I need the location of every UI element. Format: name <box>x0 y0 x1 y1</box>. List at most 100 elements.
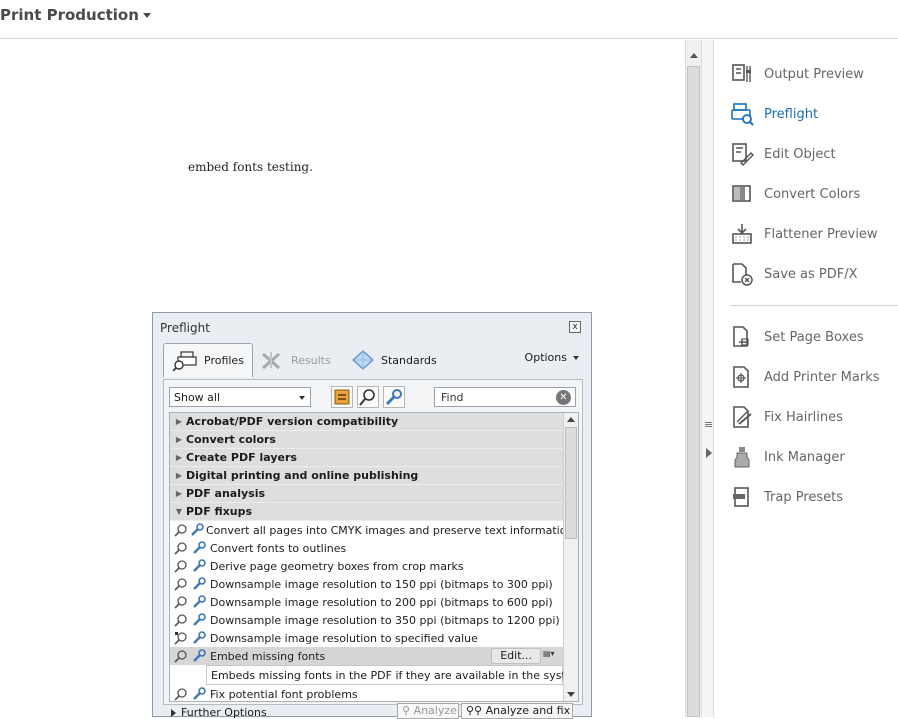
item-label: Fix potential font problems <box>210 687 358 701</box>
list-scrollbar[interactable] <box>563 413 578 701</box>
wrench-icon <box>192 613 208 627</box>
tab-results[interactable]: Results <box>259 343 331 377</box>
expand-arrow-icon[interactable]: ▶ <box>172 417 186 426</box>
item-label: Derive page geometry boxes from crop mar… <box>210 559 464 573</box>
profiles-rows: ▶ Acrobat/PDF version compatibility ▶ Conv… <box>170 413 578 701</box>
preflight-dialog: Preflight x Profiles Results Standards O… <box>152 312 592 719</box>
tool-trap-presets[interactable]: Trap Presets <box>730 484 843 510</box>
list-group[interactable]: ▶ Acrobat/PDF version compatibility <box>170 413 563 431</box>
tool-convert-colors[interactable]: Convert Colors <box>730 181 860 207</box>
tool-flattener-preview[interactable]: Flattener Preview <box>730 221 878 247</box>
tool-set-page-boxes[interactable]: Set Page Boxes <box>730 324 864 350</box>
list-item-selected[interactable]: Embed missing fonts Edit... ▤▾ <box>170 647 563 665</box>
search-icon <box>174 595 190 609</box>
item-label: Downsample image resolution to 200 ppi (… <box>210 595 553 609</box>
tab-standards[interactable]: Standards <box>349 343 437 377</box>
show-all-select[interactable]: Show all <box>169 387 311 407</box>
tool-ink-manager[interactable]: Ink Manager <box>730 444 845 470</box>
list-item[interactable]: Convert fonts to outlines <box>170 539 563 557</box>
list-group-expanded[interactable]: ▼ PDF fixups <box>170 503 563 521</box>
edit-button[interactable]: Edit... <box>491 648 541 664</box>
item-options-dropdown-icon[interactable]: ▤▾ <box>543 649 559 663</box>
tool-edit-object[interactable]: Edit Object <box>730 141 836 167</box>
search-icon <box>174 523 188 537</box>
expand-arrow-icon[interactable]: ▶ <box>172 453 186 462</box>
tool-save-pdfx[interactable]: Save as PDF/X <box>730 261 858 287</box>
scroll-up-arrow-icon[interactable] <box>686 48 701 64</box>
profiles-list: ▶ Acrobat/PDF version compatibility ▶ Conv… <box>169 412 579 702</box>
select-checks-search-icon[interactable] <box>357 386 379 408</box>
list-item[interactable]: Derive page geometry boxes from crop mar… <box>170 557 563 575</box>
tool-label: Fix Hairlines <box>764 409 843 425</box>
item-label: Downsample image resolution to 150 ppi (… <box>210 577 553 591</box>
tool-label: Save as PDF/X <box>764 266 858 282</box>
list-item[interactable]: Downsample image resolution to 200 ppi (… <box>170 593 563 611</box>
further-options-toggle[interactable]: Further Options <box>171 706 267 719</box>
flattener-preview-icon <box>730 222 754 246</box>
collapse-panel-icon[interactable] <box>706 448 712 458</box>
set-page-boxes-icon <box>730 325 754 349</box>
search-icon <box>174 577 190 591</box>
list-group[interactable]: ▶ PDF analysis <box>170 485 563 503</box>
tab-label: Results <box>291 353 331 367</box>
tab-label: Profiles <box>204 354 244 367</box>
document-scrollbar[interactable] <box>685 40 702 717</box>
fix-hairlines-icon <box>730 405 754 429</box>
profiles-pane: Show all Find ✕ ▶ Acrobat/PDF version com… <box>163 379 583 705</box>
tool-preflight[interactable]: Preflight <box>730 101 818 127</box>
tool-label: Set Page Boxes <box>764 329 864 345</box>
wrench-icon <box>192 649 208 663</box>
clear-search-icon[interactable]: ✕ <box>556 390 571 405</box>
tool-label: Ink Manager <box>764 449 845 465</box>
scrollbar-thumb[interactable] <box>687 66 700 717</box>
wrench-icon <box>192 577 208 591</box>
standards-icon <box>349 350 377 370</box>
search-icon <box>174 559 190 573</box>
list-group[interactable]: ▶ Digital printing and online publishing <box>170 467 563 485</box>
options-menu[interactable]: Options <box>525 351 579 364</box>
scroll-up-arrow-icon[interactable] <box>567 417 575 422</box>
list-group[interactable]: ▶ Convert colors <box>170 431 563 449</box>
tool-label: Preflight <box>764 106 819 122</box>
item-description: Embeds missing fonts in the PDF if they … <box>206 665 578 685</box>
list-item[interactable]: Convert all pages into CMYK images and p… <box>170 521 573 539</box>
profile-library-button[interactable] <box>331 386 353 408</box>
list-item[interactable]: Downsample image resolution to 350 ppi (… <box>170 611 563 629</box>
tools-panel: Output Preview Preflight Edit Object Con… <box>715 40 898 717</box>
select-fixups-wrench-icon[interactable] <box>383 386 405 408</box>
expand-arrow-icon[interactable]: ▶ <box>172 435 186 444</box>
list-item[interactable]: Downsample image resolution to specified… <box>170 629 563 647</box>
ink-manager-icon <box>730 445 754 469</box>
search-icon <box>174 687 190 701</box>
tool-fix-hairlines[interactable]: Fix Hairlines <box>730 404 843 430</box>
expand-arrow-icon[interactable]: ▶ <box>172 489 186 498</box>
wrench-icon <box>190 523 204 537</box>
group-label: Create PDF layers <box>186 451 297 464</box>
document-text: embed fonts testing. <box>188 160 313 174</box>
tab-profiles[interactable]: Profiles <box>163 343 253 377</box>
wrench-icon <box>192 595 208 609</box>
search-icon <box>174 649 190 663</box>
tool-label: Edit Object <box>764 146 836 162</box>
list-item[interactable]: Downsample image resolution to 150 ppi (… <box>170 575 563 593</box>
list-group[interactable]: ▶ Create PDF layers <box>170 449 563 467</box>
list-scrollbar-thumb[interactable] <box>565 427 577 539</box>
search-icon <box>174 541 190 555</box>
close-icon[interactable]: x <box>569 321 581 333</box>
list-item[interactable]: Fix potential font problems <box>170 685 563 701</box>
panel-splitter[interactable]: ≡ <box>702 40 714 717</box>
tool-output-preview[interactable]: Output Preview <box>730 61 864 87</box>
print-production-menu[interactable]: Print Production <box>0 6 151 24</box>
collapse-arrow-icon[interactable]: ▼ <box>172 507 186 516</box>
tool-add-printer-marks[interactable]: Add Printer Marks <box>730 364 880 390</box>
output-preview-icon <box>730 62 754 86</box>
wrench-icon <box>192 541 208 555</box>
edit-object-icon <box>730 142 754 166</box>
expand-arrow-icon[interactable]: ▶ <box>172 471 186 480</box>
analyze-label: Analyze <box>413 704 457 717</box>
search-icon <box>174 613 190 627</box>
find-input[interactable]: Find <box>434 387 576 407</box>
scroll-down-arrow-icon[interactable] <box>567 692 575 697</box>
tab-label: Standards <box>381 353 437 367</box>
search-icon <box>174 631 190 645</box>
